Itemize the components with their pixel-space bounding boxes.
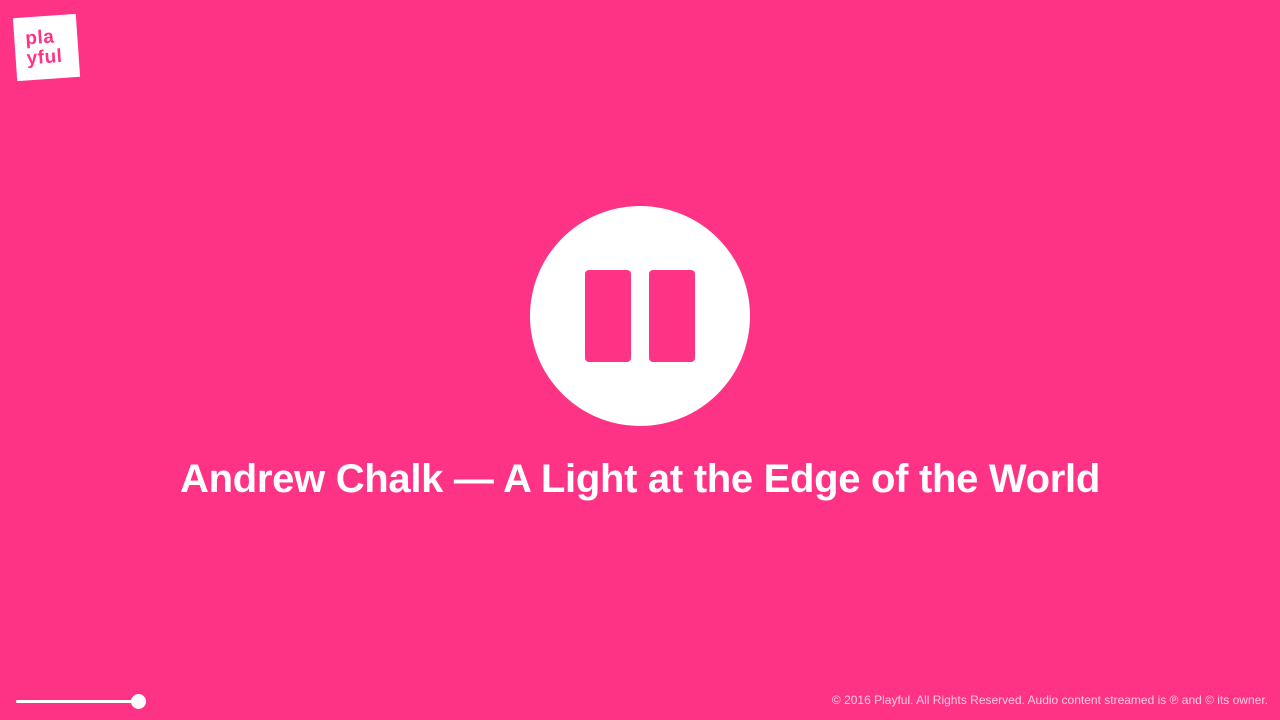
playful-logo[interactable]: pla yful [12, 13, 81, 82]
copyright-notice: © 2016 Playful. All Rights Reserved. Aud… [831, 693, 1268, 707]
volume-handle[interactable] [131, 694, 146, 709]
track-title: Andrew Chalk — A Light at the Edge of th… [180, 457, 1100, 501]
pause-button[interactable] [530, 206, 750, 426]
volume-fill [16, 700, 138, 703]
volume-slider[interactable] [16, 694, 146, 710]
player-screen: pla yful Andrew Chalk — A Light at the E… [0, 0, 1280, 720]
logo-line-2: yful [25, 45, 64, 69]
pause-icon [585, 270, 695, 362]
